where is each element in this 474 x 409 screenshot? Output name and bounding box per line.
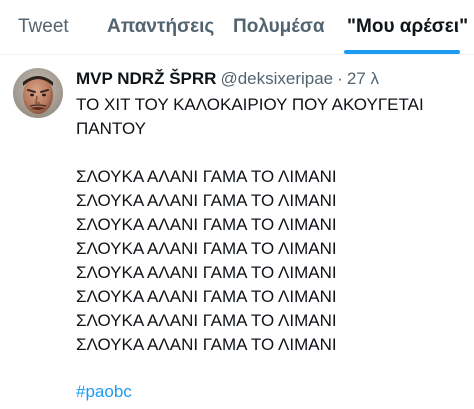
- tweet-text-line: ΣΛΟΥΚΑ ΑΛΑΝΙ ΓΑΜΑ ΤΟ ΛΙΜΑΝΙ: [76, 239, 337, 258]
- tab-tweets[interactable]: Tweet: [18, 0, 69, 54]
- tab-likes[interactable]: "Μου αρέσει": [347, 0, 468, 54]
- tweet-text-line: ΣΛΟΥΚΑ ΑΛΑΝΙ ΓΑΜΑ ΤΟ ΛΙΜΑΝΙ: [76, 167, 337, 186]
- active-tab-indicator: [344, 50, 460, 54]
- avatar[interactable]: [13, 68, 63, 118]
- display-name[interactable]: MVP NDRŽ ŠPRR: [76, 69, 216, 88]
- tweet-text-line: ΣΛΟΥΚΑ ΑΛΑΝΙ ΓΑΜΑ ΤΟ ΛΙΜΑΝΙ: [76, 191, 337, 210]
- separator-dot: ·: [337, 69, 343, 88]
- avatar-image: [13, 68, 63, 118]
- profile-tabs: Tweet Απαντήσεις Πολυμέσα "Μου αρέσει": [0, 0, 474, 55]
- tab-replies[interactable]: Απαντήσεις: [107, 0, 214, 54]
- tweet-text-line: ΣΛΟΥΚΑ ΑΛΑΝΙ ΓΑΜΑ ΤΟ ΛΙΜΑΝΙ: [76, 215, 337, 234]
- tweet-text-line: ΣΛΟΥΚΑ ΑΛΑΝΙ ΓΑΜΑ ΤΟ ΛΙΜΑΝΙ: [76, 263, 337, 282]
- tab-media[interactable]: Πολυμέσα: [233, 0, 325, 54]
- tweet-text-line: ΣΛΟΥΚΑ ΑΛΑΝΙ ΓΑΜΑ ΤΟ ΛΙΜΑΝΙ: [76, 311, 337, 330]
- tweet-text-line: ΣΛΟΥΚΑ ΑΛΑΝΙ ΓΑΜΑ ΤΟ ΛΙΜΑΝΙ: [76, 335, 337, 354]
- tweet-header: MVP NDRŽ ŠPRR @deksixeripae · 27 λ: [76, 68, 379, 90]
- tweet-time[interactable]: 27 λ: [347, 69, 379, 88]
- user-handle[interactable]: @deksixeripae: [220, 69, 333, 88]
- tweet-text-line: ΤΟ ΧΙΤ ΤΟΥ ΚΑΛΟΚΑΙΡΙΟΥ ΠΟΥ ΑΚΟΥΓΕΤΑΙ: [76, 95, 424, 114]
- tweet-text-line: ΠΑΝΤΟΥ: [76, 119, 146, 138]
- tweet-text-line: ΣΛΟΥΚΑ ΑΛΑΝΙ ΓΑΜΑ ΤΟ ΛΙΜΑΝΙ: [76, 287, 337, 306]
- hashtag-link[interactable]: #paobc: [76, 380, 132, 404]
